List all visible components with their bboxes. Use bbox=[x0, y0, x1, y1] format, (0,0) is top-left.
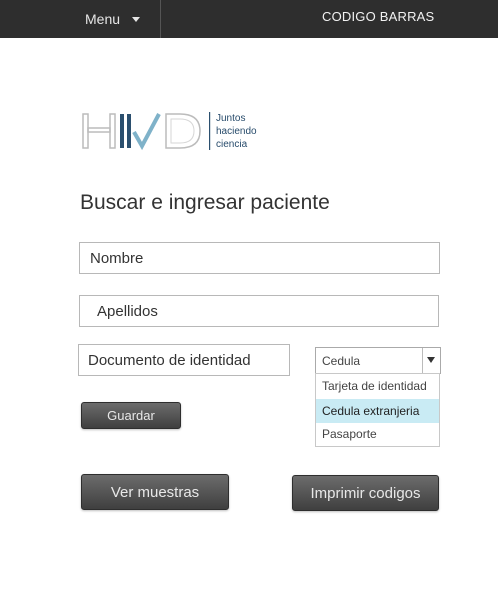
doc-type-dropdown: Tarjeta de identidad Cedula extranjeria … bbox=[315, 373, 440, 447]
doc-type-select[interactable]: Cedula bbox=[315, 347, 441, 374]
logo-tagline: Juntos haciendo ciencia bbox=[216, 112, 257, 151]
imprimir-codigos-label: Imprimir codigos bbox=[310, 484, 421, 502]
ver-muestras-label: Ver muestras bbox=[110, 483, 200, 501]
nombre-placeholder: Nombre bbox=[90, 249, 144, 267]
ver-muestras-button[interactable]: Ver muestras bbox=[81, 474, 229, 510]
triangle-down-icon bbox=[427, 357, 435, 363]
logo-tagline-line-2: haciendo bbox=[216, 126, 257, 137]
imprimir-codigos-button[interactable]: Imprimir codigos bbox=[292, 475, 439, 511]
guardar-label: Guardar bbox=[107, 408, 155, 423]
documento-placeholder: Documento de identidad bbox=[88, 351, 251, 369]
dropdown-option-tarjeta[interactable]: Tarjeta de identidad bbox=[316, 374, 439, 398]
page-title: Buscar e ingresar paciente bbox=[80, 191, 330, 214]
apellidos-placeholder: Apellidos bbox=[97, 302, 158, 320]
select-arrow-button[interactable] bbox=[422, 348, 440, 373]
top-navbar: Menu CODIGO BARRAS bbox=[0, 0, 498, 38]
nombre-input[interactable]: Nombre bbox=[79, 242, 440, 274]
navbar-title: CODIGO BARRAS bbox=[322, 9, 435, 24]
menu-button[interactable]: Menu bbox=[85, 0, 141, 38]
apellidos-input[interactable]: Apellidos bbox=[79, 295, 439, 327]
logo-tagline-line-3: ciencia bbox=[216, 139, 248, 150]
doc-type-selected: Cedula bbox=[322, 354, 361, 368]
guardar-button[interactable]: Guardar bbox=[81, 402, 181, 429]
navbar-divider bbox=[160, 0, 161, 38]
caret-down-icon bbox=[132, 16, 141, 22]
documento-input[interactable]: Documento de identidad bbox=[78, 344, 290, 376]
dropdown-option-cedula-extranjeria[interactable]: Cedula extranjeria bbox=[316, 399, 439, 423]
logo-tagline-line-1: Juntos bbox=[216, 113, 246, 124]
menu-label: Menu bbox=[85, 11, 121, 27]
dropdown-option-pasaporte[interactable]: Pasaporte bbox=[316, 422, 439, 446]
